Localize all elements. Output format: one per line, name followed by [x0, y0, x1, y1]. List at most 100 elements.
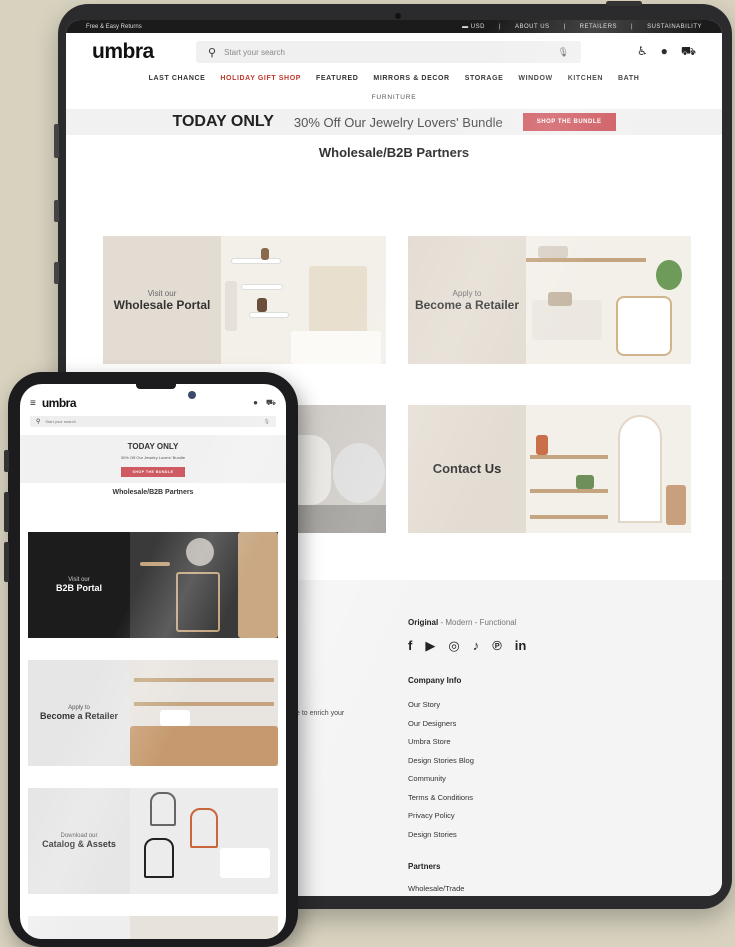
mobile-header: ≡ umbra ● ⛟: [20, 392, 286, 414]
page-title: Wholesale/B2B Partners: [318, 145, 470, 160]
partial-photo: [130, 916, 278, 939]
card-label: Download our Catalog & Assets: [28, 788, 130, 894]
wholesale-portal-card[interactable]: Visit our Wholesale Portal: [103, 236, 386, 364]
facebook-icon[interactable]: f: [408, 638, 412, 654]
nav-window[interactable]: WINDOW: [518, 75, 552, 82]
instagram-icon[interactable]: ◎: [448, 638, 459, 654]
card-title: Wholesale Portal: [113, 297, 211, 312]
divider: |: [631, 23, 634, 30]
tiktok-icon[interactable]: ♪: [473, 638, 480, 654]
accessibility-icon[interactable]: ♿︎: [637, 44, 648, 60]
phone-side-button: [4, 492, 9, 532]
umbra-logo[interactable]: umbra: [92, 40, 196, 64]
card-label: Contact Us: [408, 405, 526, 533]
linkedin-icon[interactable]: in: [515, 638, 527, 654]
about-us-link[interactable]: ABOUT US: [515, 24, 550, 30]
chairs-photo: [130, 788, 278, 894]
next-card-partial[interactable]: [28, 916, 278, 939]
umbra-logo[interactable]: umbra: [42, 396, 77, 410]
header-icons: ♿︎ ● ⛟: [637, 44, 696, 60]
tablet-camera: [395, 13, 401, 19]
mobile-promo-banner: TODAY ONLY 30% Off Our Jewelry Lovers' B…: [20, 435, 286, 483]
umbra-store-link[interactable]: Umbra Store: [408, 737, 474, 756]
account-icon[interactable]: ●: [661, 44, 668, 60]
contact-us-card[interactable]: Contact Us: [408, 405, 691, 533]
search-placeholder: Start your search: [45, 419, 76, 424]
card-label: Visit our Wholesale Portal: [103, 236, 221, 364]
search-input[interactable]: ⚲ Start your search 🎙︎: [196, 41, 581, 63]
mobile-search-input[interactable]: ⚲ Start your search 🎙︎: [30, 416, 276, 427]
cart-icon[interactable]: ⛟: [681, 44, 696, 60]
page-title: Wholesale/B2B Partners: [112, 489, 194, 496]
card-label: Visit our B2B Portal: [28, 532, 130, 638]
currency-selector[interactable]: ▬ USD: [462, 24, 485, 30]
nav-furniture[interactable]: FURNITURE: [66, 94, 722, 101]
social-links: f ▶ ◎ ♪ ℗ in: [408, 638, 526, 654]
nav-featured[interactable]: FEATURED: [316, 75, 358, 82]
card-title: B2B Portal: [55, 583, 102, 593]
community-link[interactable]: Community: [408, 774, 474, 793]
card-title: Become a Retailer: [414, 297, 520, 312]
tablet-volume-button: [54, 124, 59, 158]
account-icon[interactable]: ●: [253, 398, 258, 408]
main-nav: LAST CHANCE HOLIDAY GIFT SHOP FEATURED M…: [66, 71, 722, 82]
card-pretext: Apply to: [452, 288, 482, 298]
sustainability-link[interactable]: SUSTAINABILITY: [647, 24, 702, 30]
promo-text: 30% Off Our Jewelry Lovers' Bundle: [293, 114, 503, 130]
nav-mirrors-decor[interactable]: MIRRORS & DECOR: [373, 75, 449, 82]
phone-camera: [188, 391, 196, 399]
b2b-portal-card[interactable]: Visit our B2B Portal: [28, 532, 278, 638]
divider: |: [498, 23, 501, 30]
phone-side-button: [4, 542, 9, 582]
hamburger-menu-icon[interactable]: ≡: [30, 398, 36, 409]
phone-speaker: [136, 384, 176, 389]
company-links: Our Story Our Designers Umbra Store Desi…: [408, 700, 474, 848]
cart-icon[interactable]: ⛟: [266, 398, 276, 408]
returns-notice: Free & Easy Returns: [86, 23, 142, 30]
microphone-icon[interactable]: 🎙︎: [558, 47, 569, 58]
card-pretext: Visit our: [147, 288, 177, 298]
nav-kitchen[interactable]: KITCHEN: [568, 75, 603, 82]
promo-title: TODAY ONLY: [172, 113, 274, 130]
privacy-policy-link[interactable]: Privacy Policy: [408, 811, 474, 830]
wholesale-trade-link[interactable]: Wholesale/Trade: [408, 884, 464, 896]
card-label: Apply to Become a Retailer: [408, 236, 526, 364]
retailers-link[interactable]: RETAILERS: [580, 24, 617, 30]
youtube-icon[interactable]: ▶: [425, 638, 435, 654]
nav-bath[interactable]: BATH: [618, 75, 639, 82]
shop-bundle-button[interactable]: SHOP THE BUNDLE: [522, 113, 616, 131]
microphone-icon[interactable]: 🎙︎: [264, 419, 270, 425]
pinterest-icon[interactable]: ℗: [492, 638, 502, 654]
desk-organizer-photo: [526, 236, 691, 364]
design-stories-link[interactable]: Design Stories: [408, 830, 474, 849]
terms-link[interactable]: Terms & Conditions: [408, 793, 474, 812]
company-info-title: Company Info: [408, 676, 462, 685]
bathroom-products-photo: [221, 236, 386, 364]
nav-storage[interactable]: STORAGE: [465, 75, 504, 82]
nav-holiday-gift-shop[interactable]: HOLIDAY GIFT SHOP: [220, 75, 301, 82]
phone-device: ≡ umbra ● ⛟ ⚲ Start your search 🎙︎ TODAY…: [4, 372, 298, 947]
footer-partial-text: e to enrich your: [296, 710, 345, 717]
nav-last-chance[interactable]: LAST CHANCE: [149, 75, 206, 82]
catalog-assets-card[interactable]: Download our Catalog & Assets: [28, 788, 278, 894]
divider: |: [563, 23, 566, 30]
card-label: Apply to Become a Retailer: [28, 660, 130, 766]
shop-bundle-button[interactable]: SHOP THE BUNDLE: [120, 467, 186, 477]
our-story-link[interactable]: Our Story: [408, 700, 474, 719]
card-title: Become a Retailer: [39, 711, 119, 721]
entryway-photo: [130, 532, 278, 638]
promo-banner: TODAY ONLY 30% Off Our Jewelry Lovers' B…: [66, 109, 722, 135]
search-icon: ⚲: [36, 419, 41, 425]
design-stories-blog-link[interactable]: Design Stories Blog: [408, 756, 474, 775]
become-retailer-card[interactable]: Apply to Become a Retailer: [408, 236, 691, 364]
tablet-volume-button: [54, 262, 59, 284]
search-icon: ⚲: [208, 46, 217, 59]
top-links: ▬ USD | ABOUT US | RETAILERS | SUSTAINAB…: [462, 24, 702, 30]
tablet-power-button: [606, 1, 642, 6]
tablet-volume-button: [54, 200, 59, 222]
search-placeholder: Start your search: [224, 47, 285, 57]
become-retailer-card[interactable]: Apply to Become a Retailer: [28, 660, 278, 766]
our-designers-link[interactable]: Our Designers: [408, 719, 474, 738]
promo-text: 30% Off Our Jewelry Lovers' Bundle: [120, 455, 186, 460]
card-title: Contact Us: [432, 461, 502, 476]
